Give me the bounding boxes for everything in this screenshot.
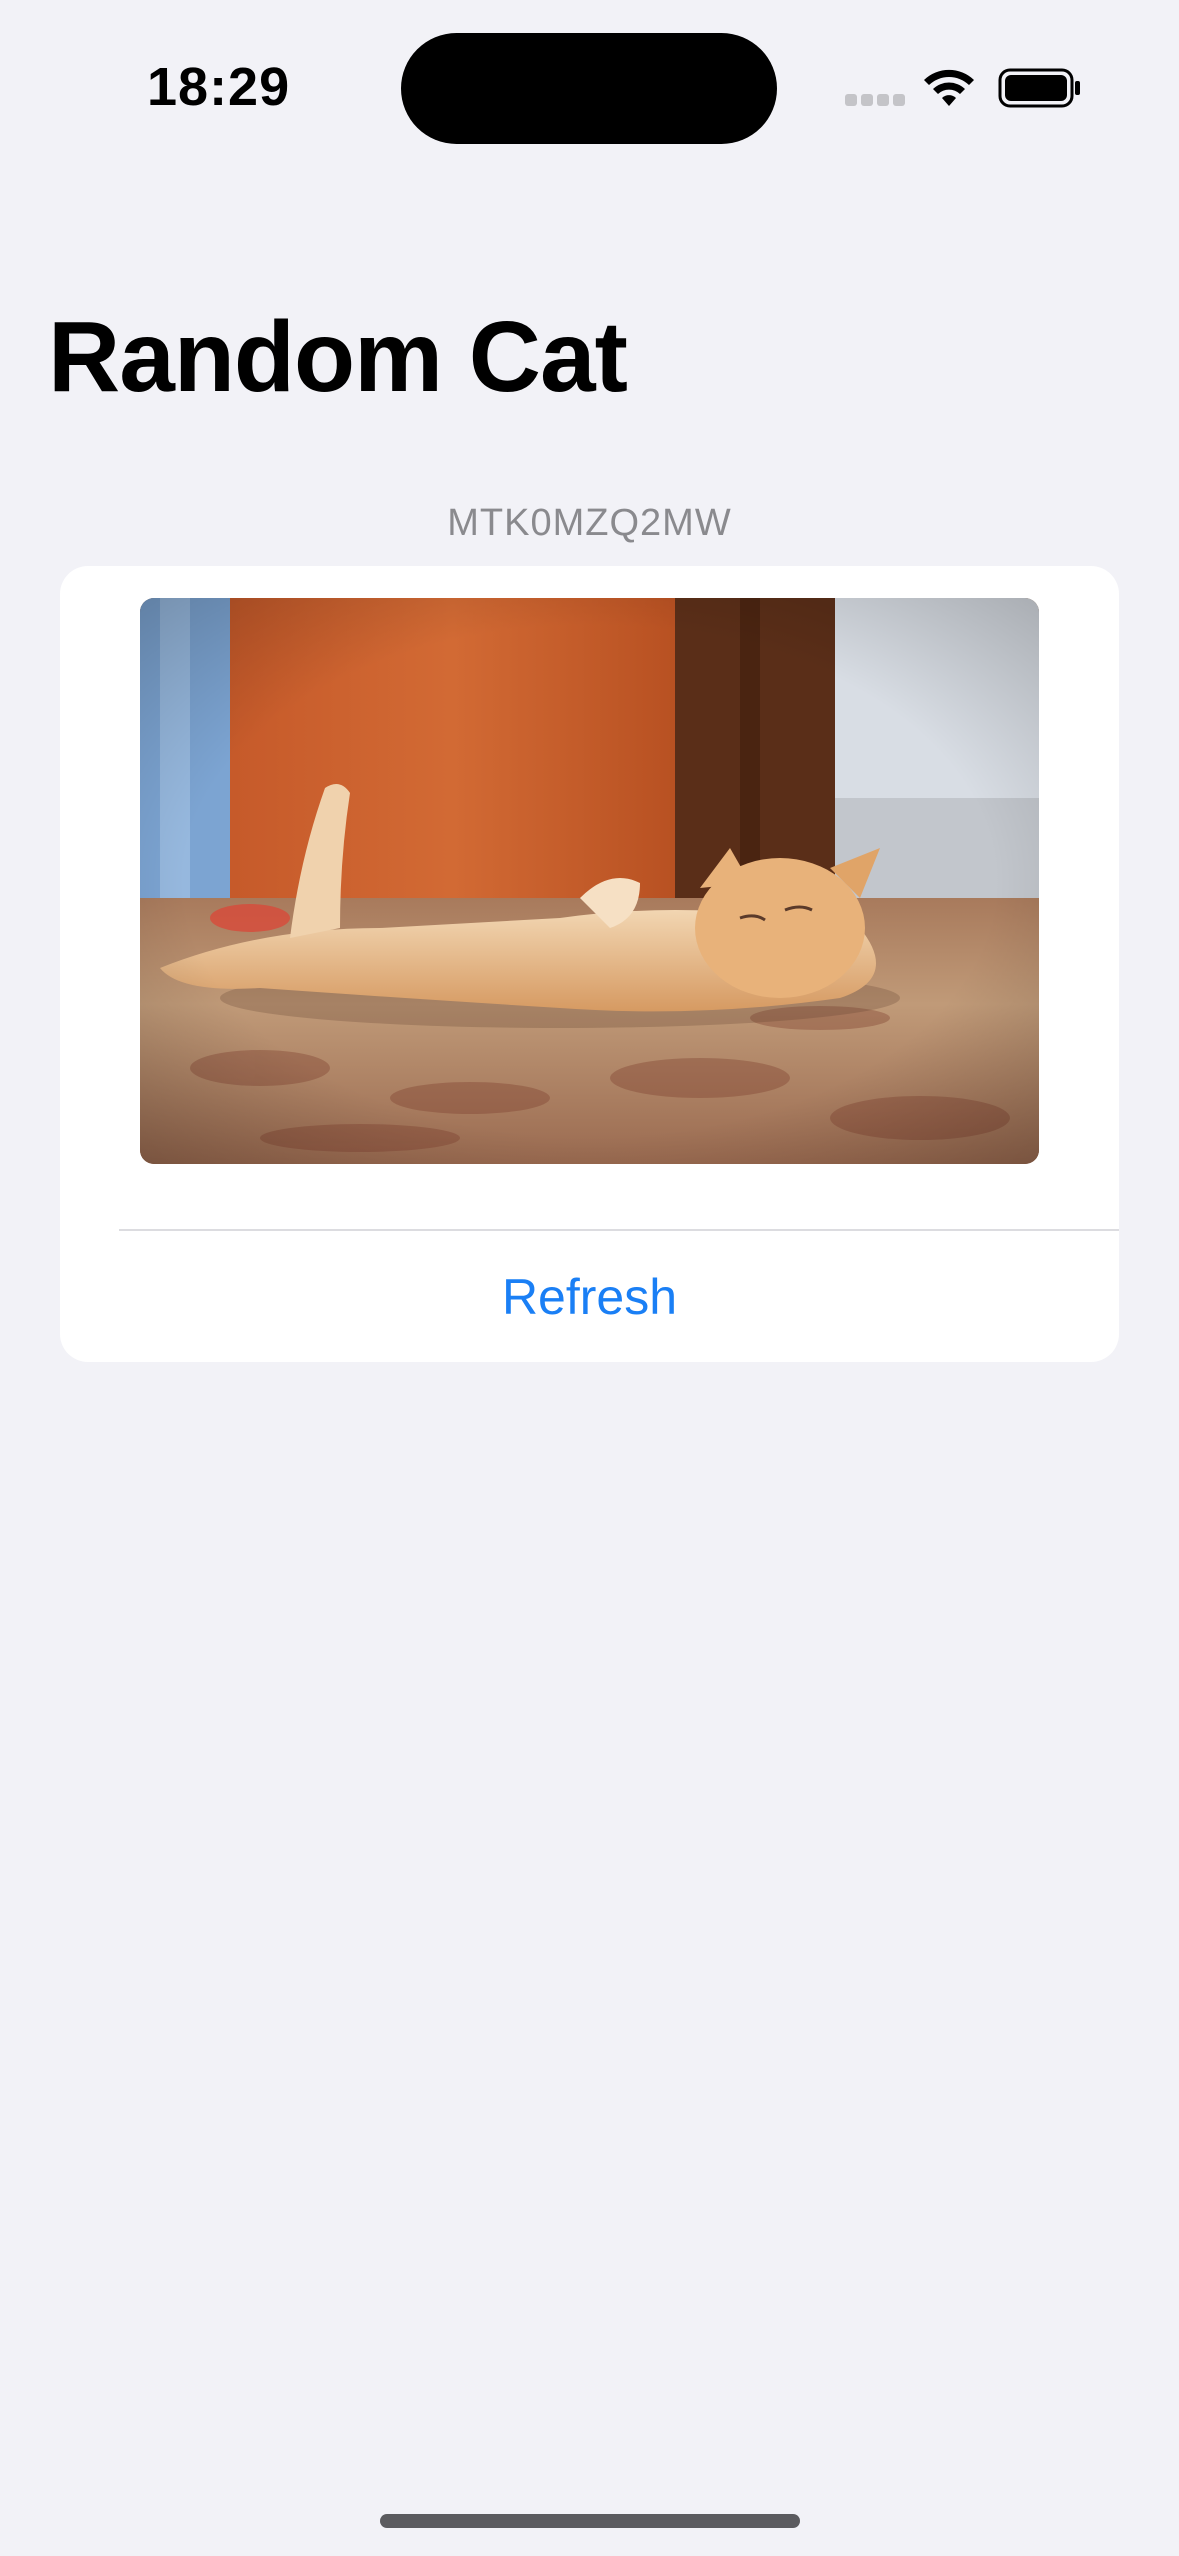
status-time: 18:29 xyxy=(147,57,291,117)
battery-icon xyxy=(998,68,1080,108)
cat-card: Refresh xyxy=(60,566,1119,1362)
cat-id-label: MTK0MZQ2MW xyxy=(447,502,732,544)
wifi-icon xyxy=(924,69,974,106)
cat-photo xyxy=(140,598,1039,1164)
cellular-signal-icon xyxy=(845,94,907,108)
home-indicator[interactable] xyxy=(380,2514,800,2528)
page-title: Random Cat xyxy=(48,301,628,413)
status-bar: 18:29 xyxy=(0,0,1179,170)
dynamic-island xyxy=(401,33,777,144)
refresh-button[interactable]: Refresh xyxy=(60,1231,1119,1362)
